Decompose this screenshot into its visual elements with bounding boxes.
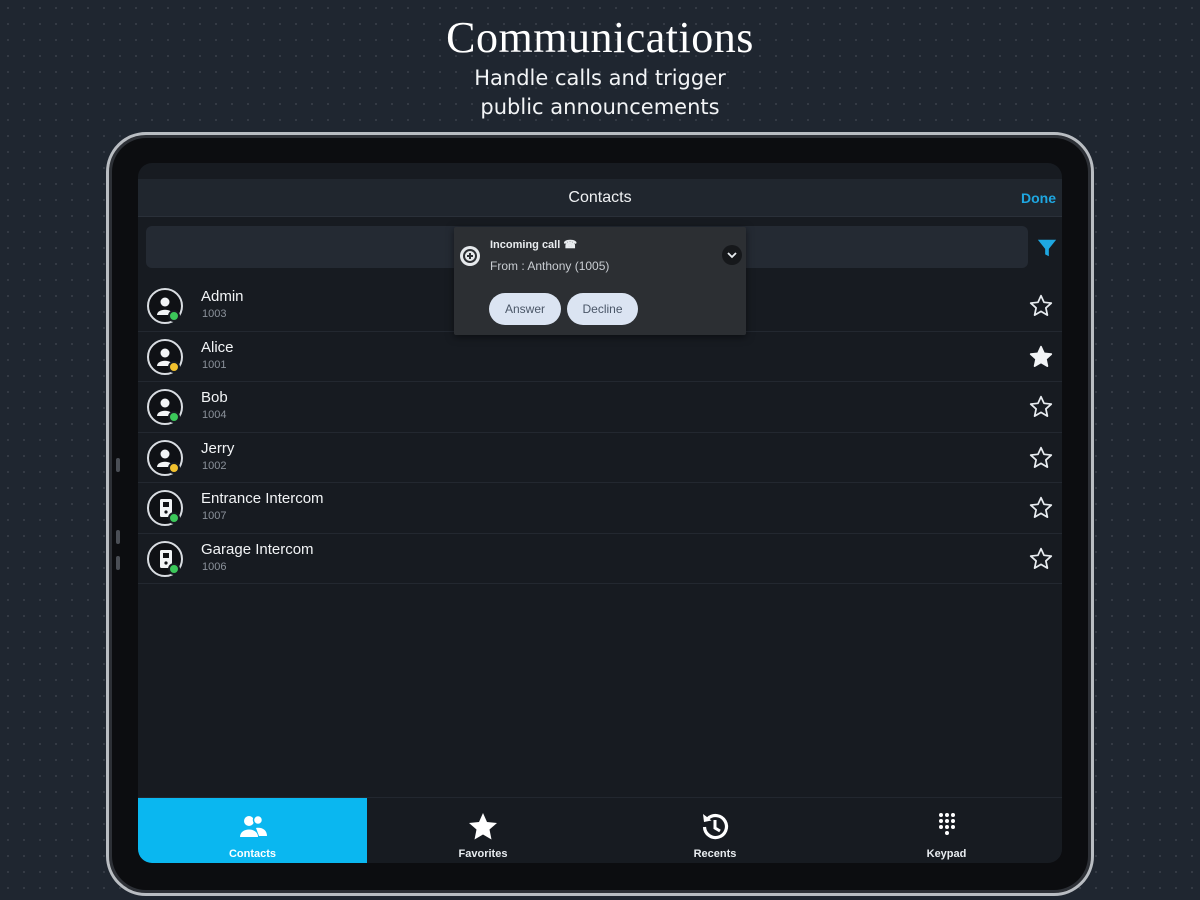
recents-icon [702, 813, 729, 840]
contact-name: Entrance Intercom [201, 490, 324, 507]
tab-recents[interactable]: Recents [599, 798, 831, 863]
answer-button[interactable]: Answer [489, 293, 561, 325]
tab-label: Contacts [228, 848, 277, 860]
status-online-indicator [168, 411, 180, 423]
tab-label: Recents [693, 848, 737, 860]
done-button[interactable]: Done [1021, 190, 1056, 206]
status-away-indicator [168, 461, 180, 474]
app-screen: Contacts Done Admin 1003 Alice 1001 Bob … [138, 163, 1062, 863]
promo-subtitle-line: public announcements [480, 95, 720, 119]
keypad-icon [938, 813, 955, 835]
decline-button[interactable]: Decline [567, 293, 638, 325]
contact-name: Alice [201, 338, 234, 356]
tab-label: Favorites [458, 848, 508, 860]
tab-bar: Contacts Favorites Recents Keypad [138, 797, 1062, 863]
promo-subtitle-line: Handle calls and trigger [474, 66, 726, 90]
contact-name: Admin [201, 288, 244, 305]
notification-caller: From : Anthony (1005) [490, 259, 610, 273]
status-away-indicator [168, 360, 180, 373]
star-icon [469, 813, 497, 840]
contacts-icon [239, 814, 267, 837]
star-outline-icon[interactable] [1028, 445, 1054, 471]
contact-row[interactable]: Jerry 1002 [138, 433, 1062, 483]
volume-button [116, 458, 120, 472]
contact-row[interactable]: Entrance Intercom 1007 [138, 483, 1062, 534]
contact-extension: 1006 [202, 560, 227, 573]
status-online-indicator [168, 310, 180, 322]
chevron-down-icon[interactable] [722, 245, 742, 265]
tab-favorites[interactable]: Favorites [367, 798, 599, 863]
volume-button [116, 530, 120, 544]
contact-extension: 1003 [202, 308, 227, 320]
star-outline-icon[interactable] [1028, 293, 1054, 319]
contact-name: Bob [201, 389, 228, 406]
contact-row[interactable]: Bob 1004 [138, 382, 1062, 433]
star-outline-icon[interactable] [1028, 495, 1054, 521]
filter-icon[interactable] [1036, 237, 1058, 259]
contact-name: Garage Intercom [201, 540, 314, 558]
star-outline-icon[interactable] [1028, 546, 1054, 572]
incoming-call-notification[interactable]: Incoming call ☎ From : Anthony (1005) An… [454, 227, 746, 335]
contact-row[interactable]: Garage Intercom 1006 [138, 534, 1062, 584]
promo-title: Communications [446, 13, 754, 62]
status-online-indicator [168, 512, 180, 524]
contact-extension: 1002 [202, 459, 227, 472]
contact-extension: 1007 [202, 510, 227, 522]
promo-subtitle: Handle calls and trigger public announce… [0, 64, 1200, 122]
contact-extension: 1004 [202, 409, 227, 421]
tab-contacts[interactable]: Contacts [138, 798, 367, 863]
volume-button [116, 556, 120, 570]
app-logo-icon [460, 246, 480, 266]
page-title: Contacts [568, 189, 632, 206]
contact-extension: 1001 [202, 358, 227, 371]
status-online-indicator [168, 562, 180, 575]
notification-title: Incoming call ☎ [490, 239, 578, 251]
contact-name: Jerry [201, 439, 235, 457]
contact-row[interactable]: Alice 1001 [138, 332, 1062, 382]
tab-keypad[interactable]: Keypad [831, 798, 1062, 863]
navigation-bar: Contacts Done [138, 179, 1062, 217]
star-filled-icon[interactable] [1028, 344, 1054, 370]
tab-label: Keypad [926, 848, 967, 860]
star-outline-icon[interactable] [1028, 394, 1054, 420]
